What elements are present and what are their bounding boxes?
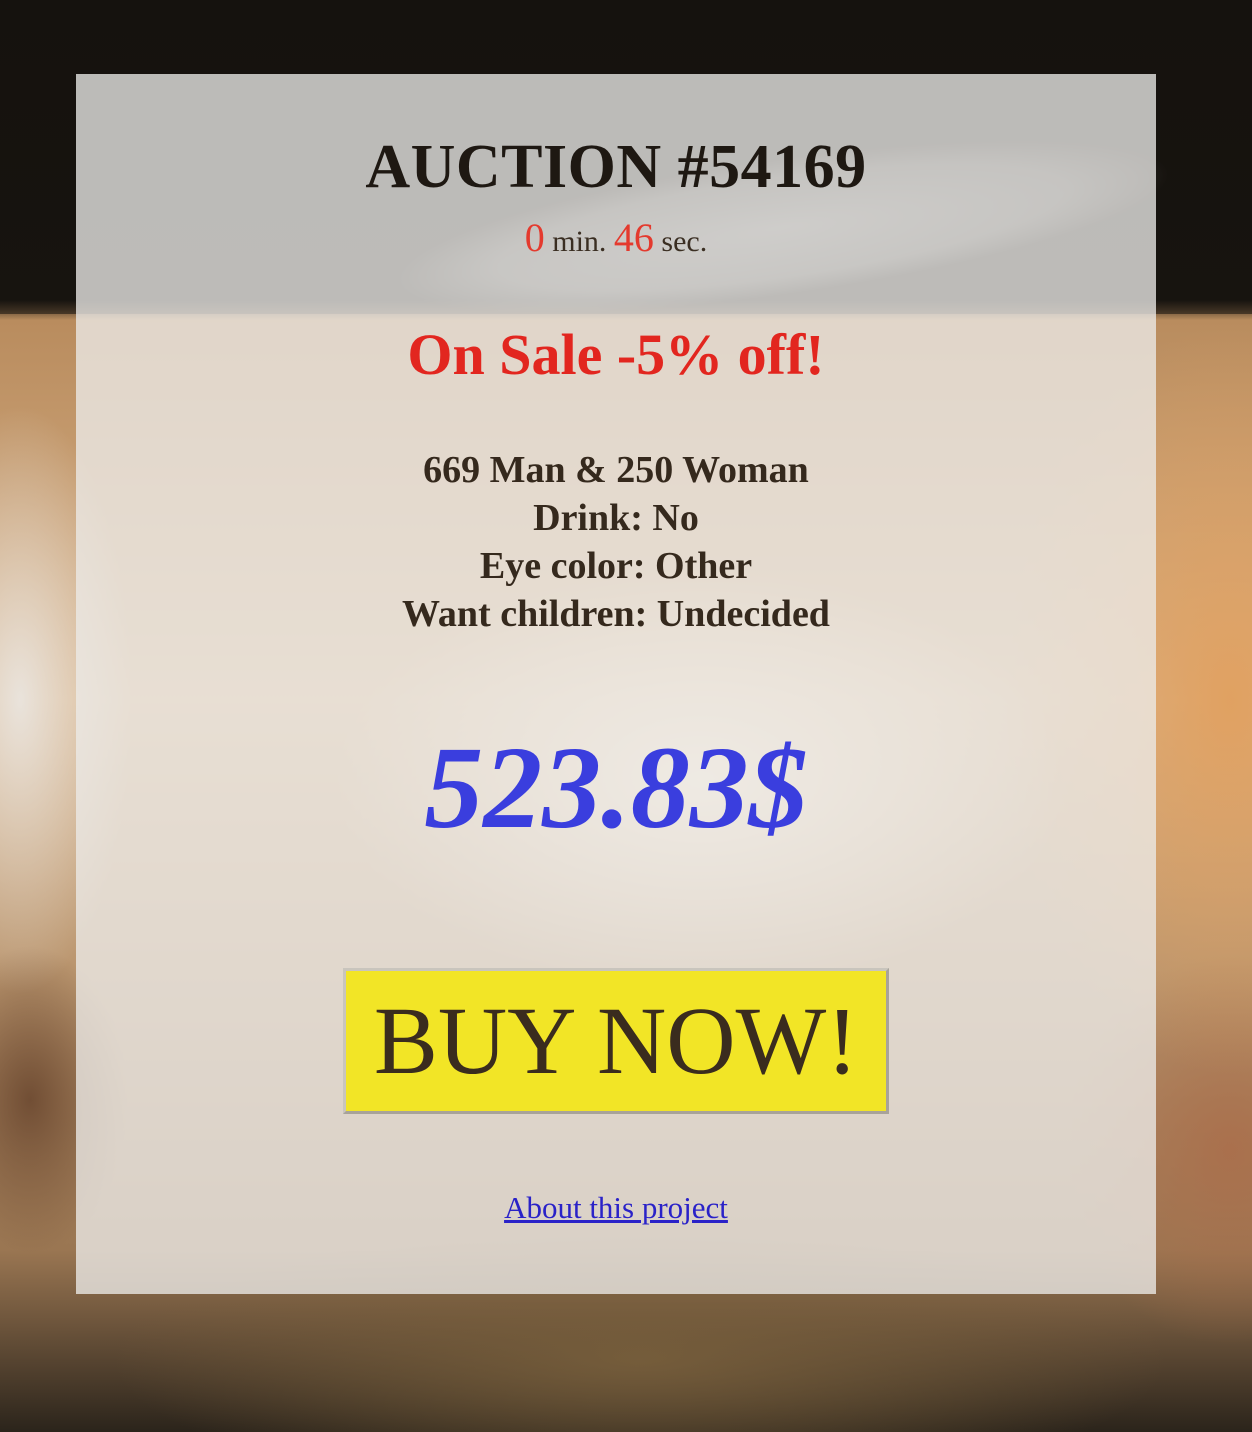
timer-sec-label: sec. <box>661 225 708 258</box>
detail-eye-color: Eye color: Other <box>479 545 753 587</box>
detail-drink: Drink: No <box>533 497 699 539</box>
sale-banner: On Sale -5% off! <box>407 322 825 387</box>
about-section: About this project <box>76 1190 1156 1226</box>
buy-now-button[interactable]: BUY NOW! <box>343 968 889 1114</box>
price: 523.83$ <box>424 722 808 853</box>
auction-details: 669 Man & 250 Woman Drink: No Eye color:… <box>76 446 1156 638</box>
auction-title: AUCTION #54169 <box>365 133 867 201</box>
detail-want-children: Want children: Undecided <box>402 593 830 635</box>
about-project-link[interactable]: About this project <box>504 1190 728 1225</box>
detail-population: 669 Man & 250 Woman <box>423 449 809 491</box>
timer-seconds: 46 <box>613 215 654 260</box>
auction-card: AUCTION #54169 0 min. 46 sec. On Sale -5… <box>76 74 1156 1294</box>
countdown-timer: 0 min. 46 sec. <box>76 214 1156 262</box>
timer-min-label: min. <box>552 225 607 258</box>
timer-minutes: 0 <box>524 215 545 260</box>
